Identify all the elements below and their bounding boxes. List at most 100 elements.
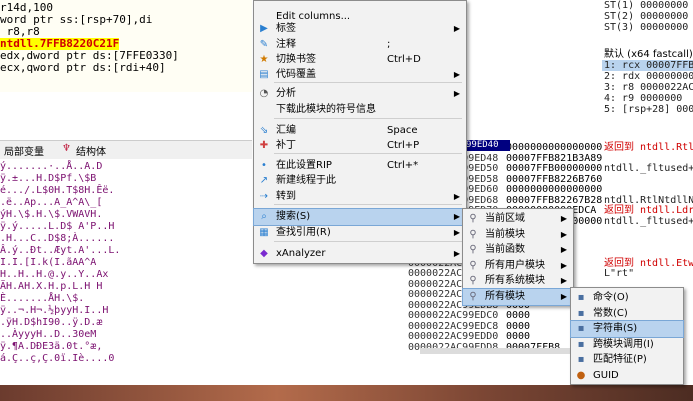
dump-line[interactable]: ýH.\$.H.\$.VWAVH.: [0, 209, 102, 221]
tab-struct[interactable]: 结构体: [76, 143, 106, 158]
search-scope-item[interactable]: ⚲ 当前模块 ▶: [463, 227, 573, 243]
all-modules-submenu: ▪ 命令(O) ▪ 常数(C) ▪ 字符串(S) ▪ 跨模块调用(I) ▪ 匹配特征(P) ● GUI…: [570, 287, 684, 385]
find-target-item[interactable]: ● GUID: [571, 368, 683, 384]
stack-address[interactable]: 0000022AC99EDC0: [408, 310, 505, 321]
stack-value[interactable]: 00007FFB82267B28: [506, 195, 602, 206]
menu-item-shortcut: Space: [387, 125, 418, 136]
call-arg[interactable]: 5: [rsp+28] 000: [604, 104, 693, 115]
search-scope-item[interactable]: ⚲ 所有模块 ▶: [462, 287, 574, 306]
blank-icon: [258, 0, 270, 9]
stack-comment[interactable]: ntdll._fltused+2: [604, 216, 693, 227]
menu-item[interactable]: ◆ xAnalyzer ▶: [254, 246, 466, 262]
menu-item[interactable]: ✎ 注释;: [254, 37, 466, 53]
dump-line[interactable]: .H...C..D$8;À......: [0, 233, 114, 245]
search-scope-item[interactable]: ⚲ 所有系统模块 ▶: [463, 273, 573, 289]
menu-separator: [274, 241, 462, 242]
dump-line[interactable]: é.../.L$0H.T$8H.Êë.: [0, 185, 114, 197]
stack-value[interactable]: 00007FFB00000000: [506, 163, 602, 174]
desktop-background: [0, 385, 693, 401]
disassembly-pane[interactable]: r14d,100 word ptr ss:[rsp+70],di r8,r8 n…: [0, 0, 252, 92]
context-menu: Edit columns... ▶ 标签 ▶ ✎ 注释; ★ 切换书签 Ctrl+D ▤ 代码覆盖 ▶…: [253, 0, 467, 264]
find-target-item[interactable]: ▪ 字符串(S): [570, 320, 684, 338]
dump-line[interactable]: I.I.[I.k(I.ãAA^A: [0, 257, 96, 269]
stack-comment[interactable]: 返回到 ntdll.LdrI: [604, 205, 693, 216]
menu-item-label: 搜索(S): [276, 211, 311, 222]
stack-value[interactable]: 0000: [506, 321, 530, 332]
submenu-arrow-icon: ▶: [560, 229, 567, 239]
stack-comment[interactable]: 返回到 ntdll.RtlG: [604, 142, 693, 153]
calling-convention-label[interactable]: 默认 (x64 fastcall): [604, 45, 693, 60]
call-arg[interactable]: 1: rcx 00007FFB8: [602, 60, 693, 71]
stack-comment[interactable]: ntdll._fltused+2: [604, 163, 693, 174]
find-target-item[interactable]: ▪ 跨模块调用(I): [571, 337, 683, 353]
dump-pane[interactable]: ý.......·..Å..A.D ÿ.±...H.D$Pf.\$B é.../…: [0, 159, 252, 385]
struct-icon: ♆: [62, 143, 71, 154]
dump-line[interactable]: á.Ç..ç,Ç.0ï.Iè....0: [0, 353, 114, 365]
menu-item[interactable]: ◔ 分析 ▶: [254, 86, 466, 102]
menu-item[interactable]: ▶ 标签 ▶: [254, 21, 466, 37]
dump-line[interactable]: H..H..H.@.y..Y..Ax: [0, 269, 108, 281]
disasm-line[interactable]: ecx,qword ptr ds:[rdi+40]: [0, 62, 166, 74]
find-target-item[interactable]: ▪ 命令(O): [571, 290, 683, 306]
menu-item[interactable]: ✚ 补丁 Ctrl+P: [254, 138, 466, 154]
menu-item[interactable]: ▦ 查找引用(R) ▶: [254, 225, 466, 241]
dump-line[interactable]: Â.ý..Ðt..Æyt.A'...L.: [0, 245, 120, 257]
dump-line[interactable]: ÿ.¶A.DÐE3ä.0t.°æ,: [0, 341, 102, 353]
submenu-arrow-icon: ▶: [453, 228, 460, 237]
call-arg[interactable]: 3: r8 0000022AC: [604, 82, 693, 93]
stack-value[interactable]: 00007FFB8226B760: [506, 174, 602, 185]
menu-item-label: 新建线程于此: [276, 175, 336, 186]
dump-line[interactable]: .ë..Ap...A_A^A\_[: [0, 197, 102, 209]
menu-item[interactable]: ⇘ 汇编 Space: [254, 123, 466, 139]
menu-item[interactable]: ↗ 新建线程于此: [254, 173, 466, 189]
dump-line[interactable]: ÿ.±...H.D$Pf.\$B: [0, 173, 96, 185]
stack-value[interactable]: 0000: [506, 310, 530, 321]
stack-address[interactable]: 0000022AC99EDC8: [408, 321, 505, 332]
find-target-label: 匹配特征(P): [593, 354, 647, 365]
find-target-label: 命令(O): [593, 292, 629, 303]
call-arg[interactable]: 4: r9 0000000: [604, 93, 682, 104]
stack-value[interactable]: 0000000000000000: [506, 142, 602, 153]
find-target-item[interactable]: ▪ 常数(C): [571, 306, 683, 322]
call-arg[interactable]: 2: rdx 00000000: [604, 71, 693, 82]
menu-item[interactable]: • 在此设置RIP Ctrl+*: [254, 158, 466, 174]
stack-comment[interactable]: L"rt": [604, 268, 634, 279]
dump-line[interactable]: .ÿH.D$hI90..ÿ.D.æ: [0, 317, 102, 329]
search-scope-label: 当前函数: [485, 244, 525, 255]
submenu-arrow-icon: ▶: [453, 212, 460, 221]
fpu-register: ST(3) 00000000: [604, 22, 689, 33]
menu-item-shortcut: ;: [387, 39, 391, 50]
stack-value[interactable]: 00007FFB821B3A89: [506, 153, 602, 164]
menu-item[interactable]: 下载此模块的符号信息: [254, 102, 466, 118]
menu-item-shortcut: Ctrl+D: [387, 54, 421, 65]
stack-address[interactable]: 0000022AC99EDD0: [408, 331, 505, 342]
dump-line[interactable]: È.......ÅH.\$.: [0, 293, 84, 305]
dump-line[interactable]: ÿ..¬.H¬.½þyyH.I..H: [0, 305, 108, 317]
dump-line[interactable]: ý.......·..Å..A.D: [0, 161, 102, 173]
menu-item[interactable]: ⌕ 搜索(S) ▶: [253, 208, 467, 226]
registers-pane[interactable]: ST(1) 00000000 ST(2) 00000000 ST(3) 0000…: [602, 0, 693, 140]
menu-item[interactable]: ▤ 代码覆盖 ▶: [254, 67, 466, 83]
command-icon: ▪: [577, 292, 585, 303]
stack-comment[interactable]: 返回到 ntdll.EtwL: [604, 258, 693, 269]
stack-value[interactable]: 0000000000000000: [506, 184, 602, 195]
dump-line[interactable]: ..ÀyyyH..D..30eM: [0, 329, 96, 341]
tab-locals[interactable]: 局部变量: [4, 143, 44, 158]
search-scope-item[interactable]: ⚲ 所有用户模块 ▶: [463, 258, 573, 274]
find-target-item[interactable]: ▪ 匹配特征(P): [571, 352, 683, 368]
stack-value[interactable]: 0000: [506, 331, 530, 342]
search-scope-item[interactable]: ⚲ 当前区域 ▶: [463, 211, 573, 227]
search-scope-item[interactable]: ⚲ 当前函数 ▶: [463, 242, 573, 258]
menu-item-shortcut: Ctrl+P: [387, 140, 420, 151]
submenu-arrow-icon: ▶: [453, 249, 460, 258]
submenu-arrow-icon: ▶: [560, 260, 567, 270]
menu-item-label: 补丁: [276, 140, 296, 151]
menu-item[interactable]: ⇢ 转到 ▶: [254, 189, 466, 205]
dump-line[interactable]: ÿ.ý.....L.D$ A'P..H: [0, 221, 114, 233]
find-references-icon: ▦: [259, 227, 269, 238]
search-scope-icon: ⚲: [469, 244, 477, 255]
blank-icon: [258, 104, 270, 116]
menu-item[interactable]: ★ 切换书签 Ctrl+D: [254, 52, 466, 68]
dump-line[interactable]: ÄH.AH.X.H.p.L.H H: [0, 281, 102, 293]
stack-comment[interactable]: ntdll.RtlNtdllNa: [604, 195, 693, 206]
